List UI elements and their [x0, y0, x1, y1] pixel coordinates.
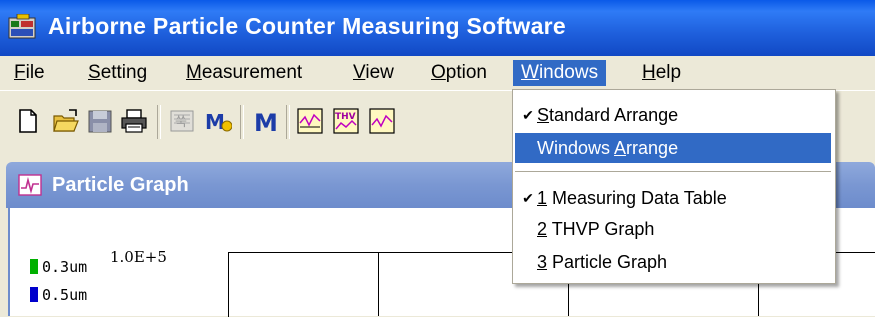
svg-text:THV: THV	[335, 112, 356, 122]
svg-text:M: M	[205, 110, 225, 134]
menu-label-post: indows	[538, 62, 599, 83]
svg-text:M: M	[254, 109, 278, 135]
menu-label-post: iew	[365, 62, 394, 83]
menu-item-label: Standard Arrange	[537, 100, 678, 130]
menu-windows[interactable]: Windows	[513, 60, 607, 86]
label-post: rrange	[626, 138, 679, 158]
menu-item-measuring-data-table[interactable]: ✔ 1 Measuring Data Table	[515, 183, 831, 213]
menu-label-post: easurement	[201, 62, 303, 83]
menu-item-label: 2 THVP Graph	[537, 214, 654, 244]
menu-mnemonic: M	[186, 62, 202, 83]
label-post: Particle Graph	[547, 252, 668, 272]
menu-item-label: Windows Arrange	[537, 133, 678, 163]
menu-help[interactable]: Help	[634, 60, 689, 86]
checkmark-icon: ✔	[522, 107, 534, 123]
measurement-m-icon[interactable]: M	[252, 107, 280, 135]
menu-mnemonic: H	[642, 62, 656, 83]
label-mnemonic: 2	[537, 219, 548, 239]
measure-m-icon[interactable]: M	[204, 107, 232, 135]
legend-label: 0.3um	[42, 258, 88, 276]
menu-view[interactable]: View	[345, 60, 402, 86]
menu-mnemonic: F	[14, 62, 26, 83]
legend-item: 0.5um	[30, 286, 87, 304]
app-title-bar[interactable]: Airborne Particle Counter Measuring Soft…	[0, 0, 875, 56]
graph-export-icon[interactable]	[368, 107, 396, 135]
menu-mnemonic: S	[88, 62, 101, 83]
new-file-icon[interactable]	[14, 107, 42, 135]
windows-menu-dropdown: ✔ Standard Arrange Windows Arrange ✔ 1 M…	[512, 89, 836, 284]
menu-label-post: ption	[445, 62, 487, 83]
menu-setting[interactable]: Setting	[80, 60, 155, 86]
menu-measurement[interactable]: Measurement	[178, 60, 310, 86]
label-post: Measuring Data Table	[547, 188, 727, 208]
menu-mnemonic: W	[521, 62, 539, 83]
app-icon	[8, 14, 36, 39]
checkmark-icon: ✔	[522, 190, 534, 206]
legend-label: 0.5um	[42, 286, 88, 304]
menu-item-label: 3 Particle Graph	[537, 247, 667, 277]
menu-file[interactable]: File	[6, 60, 53, 86]
menu-mnemonic: V	[353, 62, 366, 83]
menu-item-particle-graph[interactable]: 3 Particle Graph	[515, 247, 831, 277]
toolbar-separator	[286, 105, 290, 139]
y-axis-tick-label: 1.0E+5	[110, 248, 167, 266]
save-icon[interactable]	[86, 107, 114, 135]
label-mnemonic: 3	[537, 252, 548, 272]
menu-bar: File Setting Measurement View Option Win…	[0, 56, 875, 90]
child-window-title: Particle Graph	[52, 174, 189, 196]
menu-label-post: ile	[25, 62, 45, 83]
menu-item-windows-arrange[interactable]: Windows Arrange	[515, 133, 831, 163]
legend-swatch	[30, 287, 38, 302]
menu-label-post: elp	[655, 62, 682, 83]
menu-label-post: etting	[100, 62, 148, 83]
toolbar-separator	[240, 105, 244, 139]
label-mnemonic: 1	[537, 188, 548, 208]
label-post: THVP Graph	[547, 219, 655, 239]
open-folder-icon[interactable]	[52, 107, 80, 135]
menu-item-label: 1 Measuring Data Table	[537, 183, 727, 213]
label-post: tandard Arrange	[549, 105, 679, 125]
particle-graph-icon	[18, 174, 42, 196]
print-icon[interactable]	[120, 107, 148, 135]
setting-m-icon[interactable]: 쑥	[168, 107, 196, 135]
toolbar-separator	[157, 105, 161, 139]
legend-swatch	[30, 259, 38, 274]
label-mnemonic: S	[537, 105, 550, 125]
legend-item: 0.3um	[30, 258, 87, 276]
label-pre: Windows	[537, 138, 615, 158]
menu-mnemonic: O	[431, 62, 446, 83]
graph-um-icon[interactable]	[296, 107, 324, 135]
menu-item-thvp-graph[interactable]: 2 THVP Graph	[515, 214, 831, 244]
window-title: Airborne Particle Counter Measuring Soft…	[48, 13, 567, 39]
grid-line	[378, 252, 379, 316]
thvp-graph-icon[interactable]: THV	[332, 107, 360, 135]
menu-item-standard-arrange[interactable]: ✔ Standard Arrange	[515, 100, 831, 130]
menu-separator	[515, 171, 831, 172]
label-mnemonic: A	[614, 138, 627, 158]
menu-option[interactable]: Option	[423, 60, 495, 86]
